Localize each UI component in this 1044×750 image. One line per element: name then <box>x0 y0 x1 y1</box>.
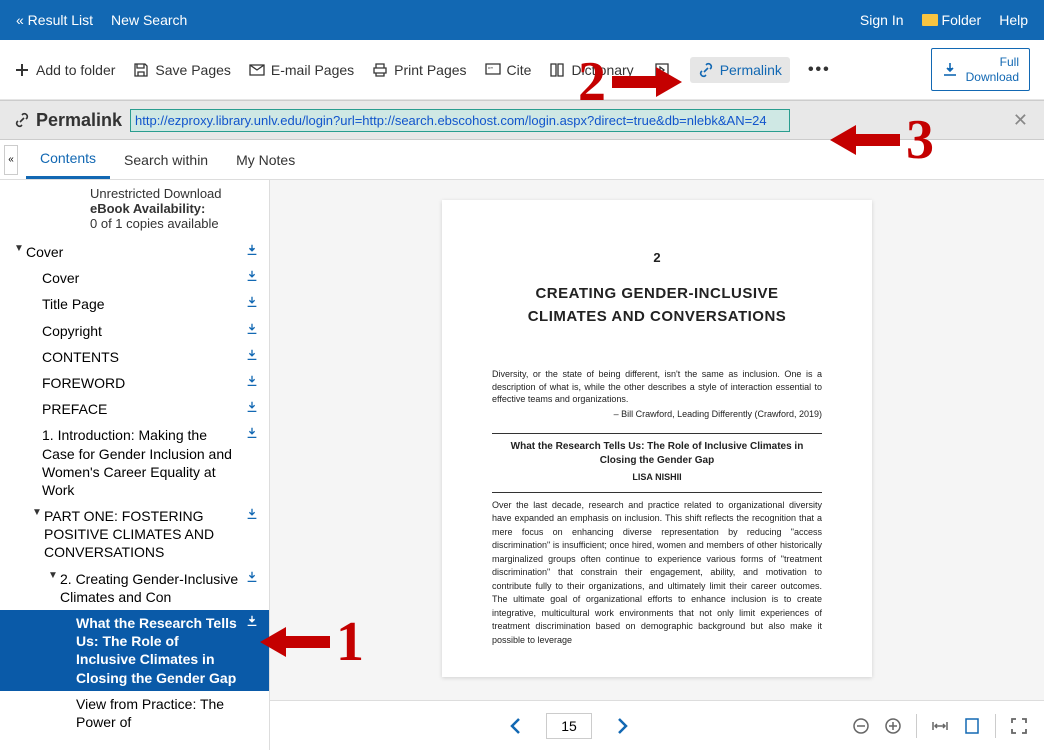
epigraph-attrib: – Bill Crawford, Leading Differently (Cr… <box>492 409 822 419</box>
collapse-sidebar-button[interactable]: « <box>4 145 18 175</box>
toc-selected[interactable]: What the Research Tells Us: The Role of … <box>0 610 269 691</box>
link-icon <box>698 62 714 78</box>
toolbar: Add to folder Save Pages E-mail Pages Pr… <box>0 40 1044 100</box>
download-icon <box>245 570 259 584</box>
sidebar: Unrestricted Download eBook Availability… <box>0 180 270 750</box>
chapter-title: CREATING GENDER-INCLUSIVECLIMATES AND CO… <box>492 283 822 328</box>
permalink-input[interactable] <box>130 109 790 132</box>
download-icon <box>245 426 259 440</box>
availability-label: eBook Availability: <box>90 201 269 216</box>
page-wrap[interactable]: 2 CREATING GENDER-INCLUSIVECLIMATES AND … <box>270 180 1044 700</box>
main: Unrestricted Download eBook Availability… <box>0 180 1044 750</box>
toc-cover-2[interactable]: Cover <box>0 265 269 291</box>
divider <box>492 433 822 434</box>
toc-title-page[interactable]: Title Page <box>0 291 269 317</box>
print-pages-button[interactable]: Print Pages <box>372 62 466 78</box>
tabs-row: « Contents Search within My Notes <box>0 140 1044 180</box>
download-icon <box>245 322 259 336</box>
next-page-button[interactable] <box>612 716 632 736</box>
cite-button[interactable]: “” Cite <box>485 62 532 78</box>
availability-value: 0 of 1 copies available <box>90 216 269 231</box>
plus-icon <box>14 62 30 78</box>
close-permalink-button[interactable]: ✕ <box>1013 110 1028 131</box>
fit-width-button[interactable] <box>931 717 949 735</box>
toc-contents[interactable]: CONTENTS <box>0 344 269 370</box>
tab-search-within[interactable]: Search within <box>110 142 222 178</box>
export-button[interactable] <box>652 60 672 80</box>
download-icon <box>245 269 259 283</box>
download-icon <box>245 295 259 309</box>
toc-cover[interactable]: ▼Cover <box>0 239 269 265</box>
toc-ch2[interactable]: ▼2. Creating Gender-Inclusive Climates a… <box>0 566 269 610</box>
top-bar: « Result List New Search Sign In Folder … <box>0 0 1044 40</box>
reader: 2 CREATING GENDER-INCLUSIVECLIMATES AND … <box>270 180 1044 750</box>
download-icon <box>245 507 259 521</box>
section-title: What the Research Tells Us: The Role of … <box>492 440 822 468</box>
page-number-input[interactable] <box>546 713 592 739</box>
download-icon <box>245 400 259 414</box>
more-button[interactable]: ••• <box>808 61 831 79</box>
save-icon <box>133 62 149 78</box>
new-search-link[interactable]: New Search <box>111 12 187 28</box>
add-to-folder-button[interactable]: Add to folder <box>14 62 115 78</box>
download-icon <box>245 348 259 362</box>
sidebar-info: Unrestricted Download eBook Availability… <box>0 184 269 239</box>
divider <box>995 714 996 738</box>
body-text: Over the last decade, research and pract… <box>492 499 822 648</box>
divider <box>492 492 822 493</box>
result-list-link[interactable]: « Result List <box>16 12 93 28</box>
folder-link[interactable]: Folder <box>922 12 982 28</box>
save-pages-button[interactable]: Save Pages <box>133 62 231 78</box>
fit-page-button[interactable] <box>963 717 981 735</box>
toc-copyright[interactable]: Copyright <box>0 318 269 344</box>
folder-icon <box>922 14 938 26</box>
epigraph-quote: Diversity, or the state of being differe… <box>492 368 822 406</box>
permalink-button[interactable]: Permalink <box>690 57 790 83</box>
tab-contents[interactable]: Contents <box>26 140 110 179</box>
toc-foreword[interactable]: FOREWORD <box>0 370 269 396</box>
dictionary-button[interactable]: Dictionary <box>549 62 633 78</box>
toc-preface[interactable]: PREFACE <box>0 396 269 422</box>
download-icon <box>245 243 259 257</box>
email-pages-button[interactable]: E-mail Pages <box>249 62 354 78</box>
download-icon <box>245 614 259 628</box>
chapter-number: 2 <box>492 250 822 265</box>
print-icon <box>372 62 388 78</box>
page: 2 CREATING GENDER-INCLUSIVECLIMATES AND … <box>442 200 872 677</box>
book-icon <box>549 62 565 78</box>
unrestricted-label: Unrestricted Download <box>90 186 269 201</box>
link-icon <box>14 112 30 128</box>
tab-my-notes[interactable]: My Notes <box>222 142 309 178</box>
cite-icon: “” <box>485 62 501 78</box>
page-controls <box>270 700 1044 750</box>
download-icon <box>942 62 958 78</box>
toc-part1[interactable]: ▼PART ONE: FOSTERING POSITIVE CLIMATES A… <box>0 503 269 566</box>
fullscreen-button[interactable] <box>1010 717 1028 735</box>
permalink-bar: Permalink ✕ <box>0 100 1044 140</box>
download-icon <box>245 374 259 388</box>
sign-in-link[interactable]: Sign In <box>860 12 904 28</box>
zoom-in-button[interactable] <box>884 717 902 735</box>
prev-page-button[interactable] <box>506 716 526 736</box>
divider <box>916 714 917 738</box>
permalink-label: Permalink <box>14 110 122 131</box>
help-link[interactable]: Help <box>999 12 1028 28</box>
email-icon <box>249 62 265 78</box>
toc-view-practice[interactable]: View from Practice: The Power of <box>0 691 269 735</box>
export-icon <box>654 62 670 78</box>
section-author: LISA NISHII <box>492 472 822 482</box>
svg-text:“”: “” <box>488 67 493 74</box>
zoom-out-button[interactable] <box>852 717 870 735</box>
toc-intro[interactable]: 1. Introduction: Making the Case for Gen… <box>0 422 269 503</box>
full-download-label: Full Download <box>966 55 1019 84</box>
full-download-button[interactable]: Full Download <box>931 48 1030 91</box>
